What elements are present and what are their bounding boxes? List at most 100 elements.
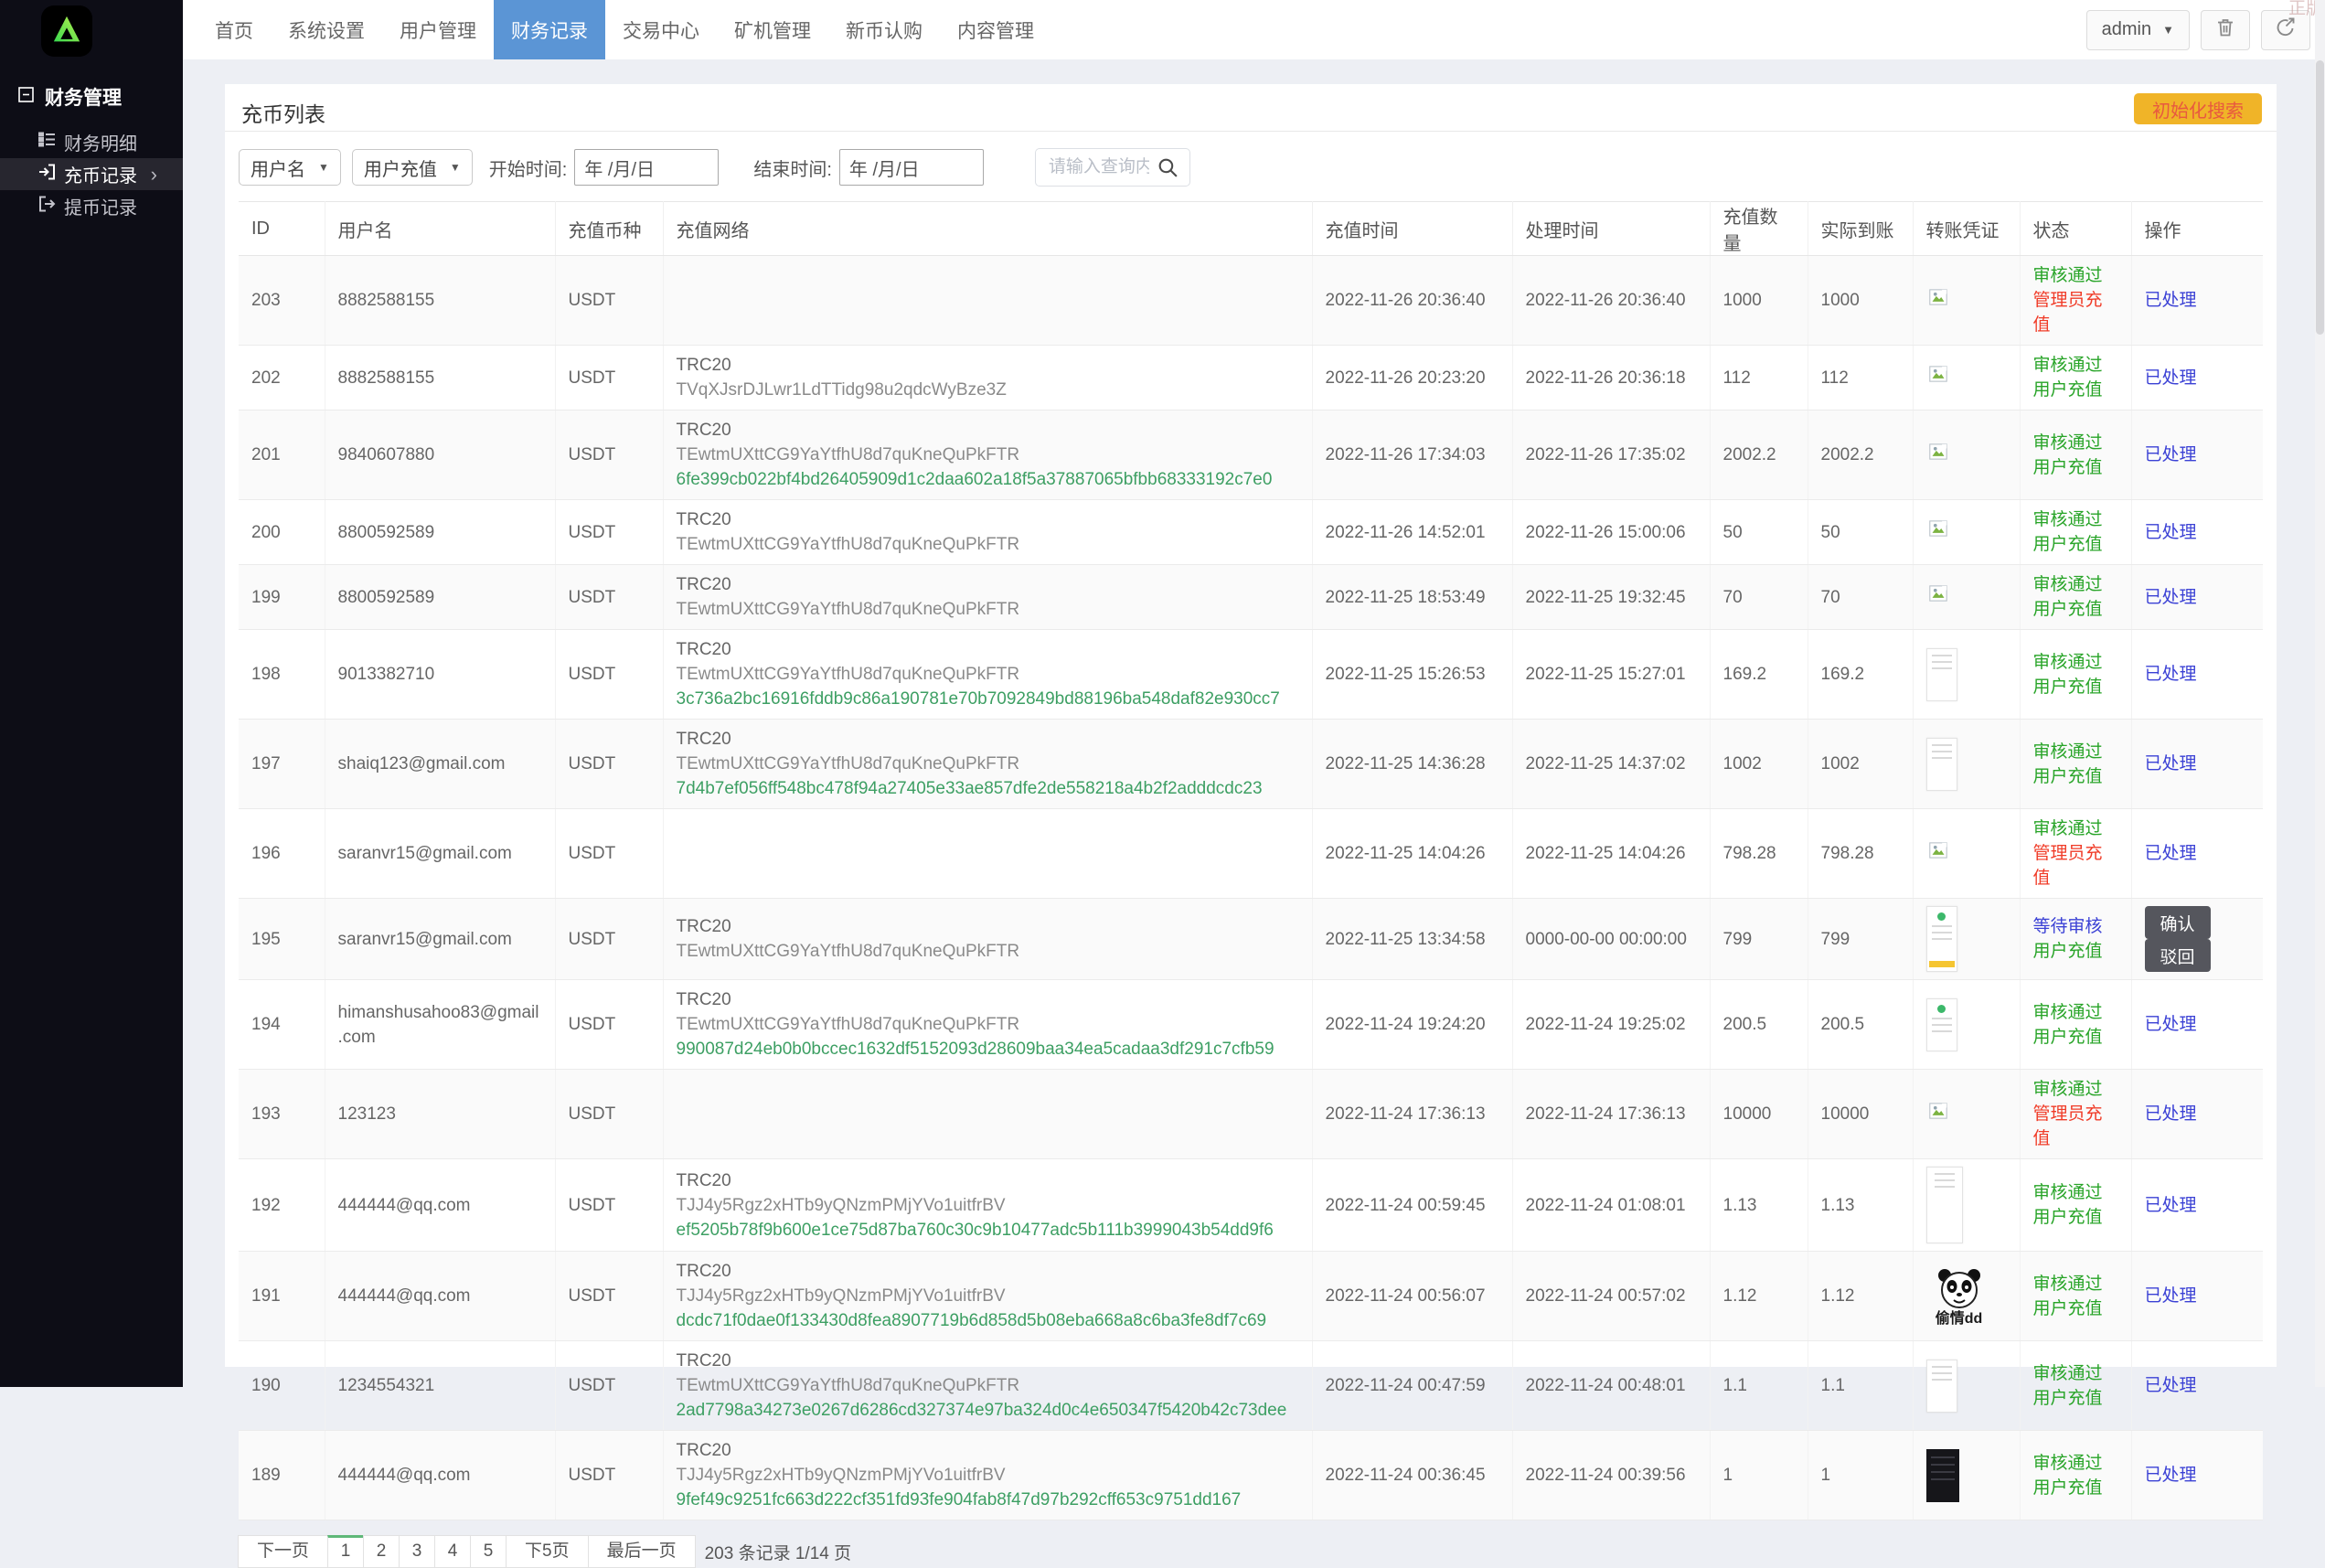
confirm-button[interactable]: 确认: [2145, 906, 2211, 939]
voucher-thumbnail[interactable]: [1926, 1167, 1963, 1243]
status-text: 管理员充值: [2033, 1102, 2118, 1151]
voucher-thumbnail[interactable]: [1926, 648, 1957, 701]
cell-actual-amount: 799: [1808, 899, 1913, 980]
status-text: 审核通过: [2033, 740, 2118, 764]
cell-operation: 已处理: [2131, 1431, 2263, 1520]
tx-hash-link[interactable]: 6fe399cb022bf4bd26405909d1c2daa602a18f5a…: [677, 467, 1299, 492]
voucher-thumbnail[interactable]: [1926, 738, 1957, 791]
pagination-prev[interactable]: 下一页: [238, 1535, 328, 1568]
processed-link[interactable]: 已处理: [2145, 1196, 2197, 1215]
cell-username: 1234554321: [325, 1341, 555, 1431]
status-text: 审核通过: [2033, 507, 2118, 532]
voucher-thumbnail[interactable]: [1926, 906, 1957, 972]
table-row: 1989013382710USDTTRC20TEwtmUXttCG9YaYtfh…: [239, 630, 2263, 720]
cell-username: 9013382710: [325, 630, 555, 720]
cell-deposit-time: 2022-11-26 20:36:40: [1312, 256, 1512, 346]
cell-amount: 798.28: [1710, 809, 1808, 899]
reset-search-button[interactable]: 初始化搜索: [2134, 93, 2262, 124]
processed-link[interactable]: 已处理: [2145, 1466, 2197, 1485]
processed-link[interactable]: 已处理: [2145, 1376, 2197, 1395]
tx-hash-link[interactable]: 990087d24eb0b0bccec1632df5152093d28609ba…: [677, 1037, 1299, 1061]
processed-link[interactable]: 已处理: [2145, 754, 2197, 773]
cell-process-time: 2022-11-26 17:35:02: [1512, 411, 1710, 500]
status-text: 审核通过: [2033, 650, 2118, 675]
column-header-10: 状态: [2020, 202, 2131, 256]
tx-hash-link[interactable]: ef5205b78f9b600e1ce75d87ba760c30c9b10477…: [677, 1218, 1299, 1243]
broken-image-icon: [1926, 526, 1950, 545]
cell-deposit-time: 2022-11-26 20:23:20: [1312, 346, 1512, 411]
processed-link[interactable]: 已处理: [2145, 844, 2197, 863]
nav-item-1[interactable]: 首页: [197, 0, 271, 59]
end-date-input[interactable]: [839, 149, 984, 186]
tx-hash-link[interactable]: 7d4b7ef056ff548bc478f94a27405e33ae857dfe…: [677, 776, 1299, 801]
cell-deposit-time: 2022-11-24 00:59:45: [1312, 1159, 1512, 1252]
cell-coin: USDT: [555, 500, 663, 565]
voucher-meme-thumbnail[interactable]: 偷情dd: [1926, 1267, 1992, 1326]
sidebar-item-3[interactable]: 提币记录: [0, 190, 183, 222]
scrollbar-thumb[interactable]: [2316, 60, 2324, 335]
cell-id: 198: [239, 630, 325, 720]
search-icon[interactable]: [1157, 156, 1179, 184]
reject-button[interactable]: 驳回: [2145, 939, 2211, 972]
cell-process-time: 2022-11-24 17:36:13: [1512, 1070, 1710, 1159]
processed-link[interactable]: 已处理: [2145, 1104, 2197, 1124]
nav-item-6[interactable]: 矿机管理: [717, 0, 828, 59]
pagination-page-4[interactable]: 4: [434, 1535, 471, 1568]
deposit-type-select[interactable]: 用户充值 ▼: [352, 149, 473, 186]
vertical-scrollbar[interactable]: [2315, 0, 2325, 1387]
cell-deposit-time: 2022-11-24 00:36:45: [1312, 1431, 1512, 1520]
status-text: 用户充值: [2033, 378, 2118, 402]
network-address: TEwtmUXttCG9YaYtfhU8d7quKneQuPkFTR: [677, 532, 1299, 557]
processed-link[interactable]: 已处理: [2145, 368, 2197, 388]
nav-item-8[interactable]: 内容管理: [940, 0, 1051, 59]
cell-username: saranvr15@gmail.com: [325, 899, 555, 980]
processed-link[interactable]: 已处理: [2145, 665, 2197, 684]
nav-item-2[interactable]: 系统设置: [271, 0, 382, 59]
status-text: 管理员充值: [2033, 841, 2118, 891]
broken-image-icon: [1926, 294, 1950, 314]
pagination-next5[interactable]: 下5页: [506, 1535, 589, 1568]
voucher-dark-thumbnail[interactable]: [1926, 1449, 1959, 1502]
tx-hash-link[interactable]: 2ad7798a34273e0267d6286cd327374e97ba324d…: [677, 1398, 1299, 1423]
trash-button[interactable]: [2201, 10, 2250, 50]
cell-id: 192: [239, 1159, 325, 1252]
pagination-page-1[interactable]: 1: [327, 1535, 364, 1568]
cell-deposit-time: 2022-11-24 19:24:20: [1312, 980, 1512, 1070]
pagination-page-2[interactable]: 2: [363, 1535, 400, 1568]
nav-item-4[interactable]: 财务记录: [494, 0, 605, 59]
pagination-page-5[interactable]: 5: [470, 1535, 507, 1568]
voucher-thumbnail[interactable]: [1926, 1360, 1957, 1413]
nav-item-7[interactable]: 新币认购: [828, 0, 940, 59]
sidebar-group-finance[interactable]: 财务管理: [0, 80, 183, 113]
cell-voucher: [1913, 1159, 2020, 1252]
status-text: 审核通过: [2033, 1361, 2118, 1386]
status-text: 用户充值: [2033, 455, 2118, 480]
column-header-3: 充值币种: [555, 202, 663, 256]
tx-hash-link[interactable]: 3c736a2bc16916fddb9c86a190781e70b7092849…: [677, 687, 1299, 711]
processed-link[interactable]: 已处理: [2145, 1015, 2197, 1034]
processed-link[interactable]: 已处理: [2145, 588, 2197, 607]
voucher-thumbnail[interactable]: [1926, 998, 1957, 1051]
cell-process-time: 2022-11-24 00:39:56: [1512, 1431, 1710, 1520]
start-date-input[interactable]: [574, 149, 719, 186]
pagination-last[interactable]: 最后一页: [588, 1535, 696, 1568]
sidebar-item-2[interactable]: 充币记录›: [0, 158, 183, 190]
table-row: 194himanshusahoo83@gmail.comUSDTTRC20TEw…: [239, 980, 2263, 1070]
processed-link[interactable]: 已处理: [2145, 445, 2197, 464]
nav-item-3[interactable]: 用户管理: [382, 0, 494, 59]
green-a-logo-icon: [48, 11, 85, 52]
user-field-select[interactable]: 用户名 ▼: [239, 149, 341, 186]
tx-hash-link[interactable]: dcdc71f0dae0f133430d8fea8907719b6d858d5b…: [677, 1308, 1299, 1333]
processed-link[interactable]: 已处理: [2145, 523, 2197, 542]
pagination-page-3[interactable]: 3: [399, 1535, 435, 1568]
tx-hash-link[interactable]: 9fef49c9251fc663d222cf351fd93fe904fab8f4…: [677, 1488, 1299, 1512]
sign-in-icon: [38, 164, 56, 186]
cell-amount: 1: [1710, 1431, 1808, 1520]
cell-network: TRC20TEwtmUXttCG9YaYtfhU8d7quKneQuPkFTR2…: [663, 1341, 1312, 1431]
sidebar-item-1[interactable]: 财务明细: [0, 126, 183, 158]
processed-link[interactable]: 已处理: [2145, 291, 2197, 310]
nav-item-5[interactable]: 交易中心: [605, 0, 717, 59]
processed-link[interactable]: 已处理: [2145, 1286, 2197, 1306]
admin-user-menu[interactable]: admin ▼: [2086, 10, 2190, 50]
cell-username: 8882588155: [325, 256, 555, 346]
